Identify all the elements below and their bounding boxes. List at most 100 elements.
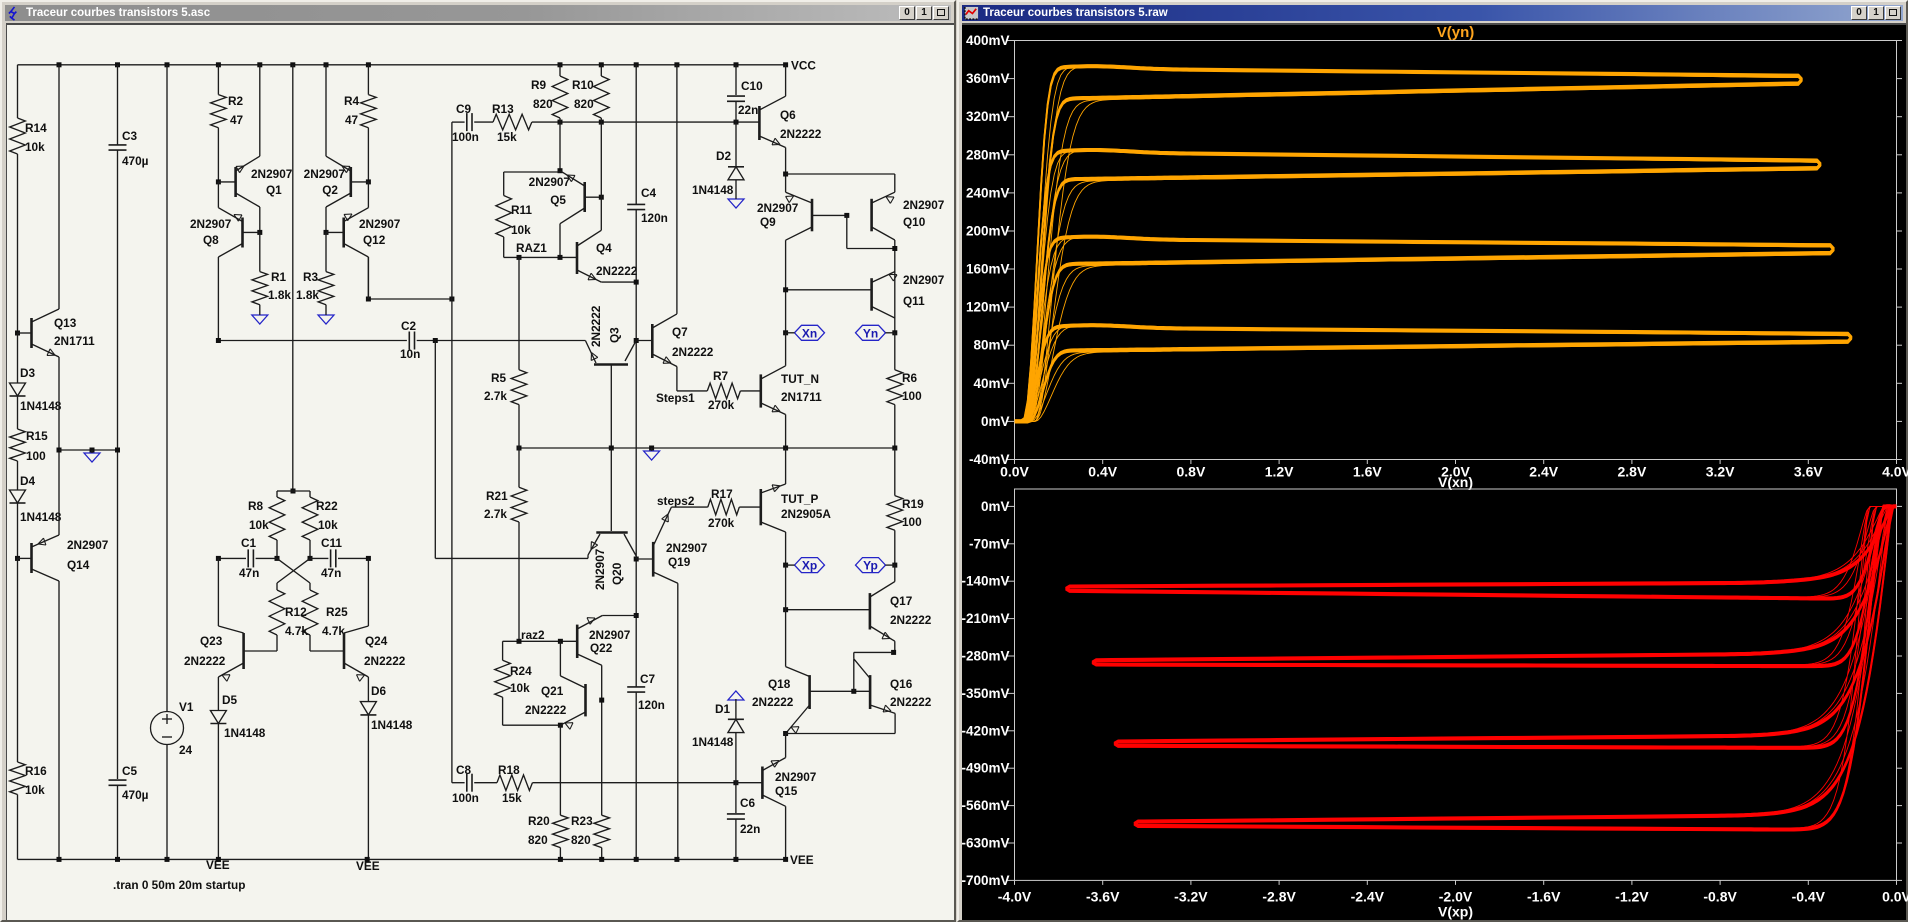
svg-text:2N2907: 2N2907: [190, 217, 232, 231]
svg-text:200mV: 200mV: [966, 223, 1010, 238]
svg-text:360mV: 360mV: [966, 71, 1010, 86]
svg-text:2.4V: 2.4V: [1529, 464, 1558, 480]
svg-text:-70mV: -70mV: [969, 536, 1010, 551]
svg-text:C1: C1: [241, 536, 257, 550]
svg-text:10k: 10k: [25, 140, 45, 154]
svg-text:Q15: Q15: [775, 784, 798, 798]
svg-text:C11: C11: [321, 536, 342, 550]
svg-text:2N2907: 2N2907: [359, 217, 401, 231]
svg-text:Q18: Q18: [768, 677, 791, 691]
svg-text:R2: R2: [228, 94, 244, 108]
svg-text:1N4148: 1N4148: [20, 510, 62, 524]
svg-text:10k: 10k: [510, 681, 530, 695]
svg-text:C8: C8: [456, 763, 472, 777]
svg-text:-1.2V: -1.2V: [1615, 888, 1649, 904]
svg-text:-2.8V: -2.8V: [1262, 888, 1296, 904]
svg-text:D2: D2: [716, 149, 732, 163]
svg-text:470µ: 470µ: [122, 788, 149, 802]
svg-text:-280mV: -280mV: [961, 649, 1009, 664]
svg-text:2N2907: 2N2907: [251, 167, 293, 181]
svg-text:.tran 0 50m 20m startup: .tran 0 50m 20m startup: [113, 878, 245, 892]
svg-text:0.8V: 0.8V: [1176, 464, 1205, 480]
svg-text:2N2905A: 2N2905A: [781, 507, 831, 521]
svg-text:-0.4V: -0.4V: [1792, 888, 1826, 904]
svg-text:R18: R18: [498, 763, 520, 777]
svg-text:0.0V: 0.0V: [1000, 464, 1029, 480]
svg-text:VCC: VCC: [791, 59, 816, 73]
svg-text:2N2222: 2N2222: [364, 654, 406, 668]
svg-text:R23: R23: [571, 814, 593, 828]
svg-text:Q1: Q1: [266, 183, 282, 197]
svg-text:R21: R21: [486, 489, 508, 503]
svg-text:-1.6V: -1.6V: [1527, 888, 1561, 904]
svg-text:Steps1: Steps1: [656, 391, 695, 405]
svg-text:3.6V: 3.6V: [1794, 464, 1823, 480]
svg-text:24: 24: [179, 743, 193, 757]
svg-text:-560mV: -560mV: [961, 798, 1009, 813]
svg-text:-2.0V: -2.0V: [1439, 888, 1473, 904]
svg-text:1.8k: 1.8k: [268, 288, 291, 302]
svg-text:TUT_P: TUT_P: [781, 492, 818, 506]
svg-text:0mV: 0mV: [981, 499, 1010, 514]
svg-text:160mV: 160mV: [966, 262, 1010, 277]
svg-text:Q8: Q8: [203, 233, 219, 247]
svg-text:C4: C4: [641, 186, 657, 200]
svg-text:Xn: Xn: [802, 326, 817, 340]
svg-text:R15: R15: [26, 429, 48, 443]
svg-text:-4.0V: -4.0V: [998, 888, 1032, 904]
svg-text:2N2907: 2N2907: [589, 628, 631, 642]
svg-text:Yn: Yn: [863, 326, 878, 340]
svg-text:2N2907: 2N2907: [67, 538, 109, 552]
svg-text:R16: R16: [25, 764, 47, 778]
svg-text:D3: D3: [20, 366, 36, 380]
svg-text:1N4148: 1N4148: [692, 735, 734, 749]
svg-text:Q17: Q17: [890, 594, 913, 608]
svg-text:280mV: 280mV: [966, 147, 1010, 162]
svg-text:Q19: Q19: [668, 555, 691, 569]
svg-text:2N2222: 2N2222: [596, 264, 638, 278]
svg-text:47n: 47n: [321, 566, 341, 580]
svg-text:120n: 120n: [641, 211, 668, 225]
svg-text:R8: R8: [248, 499, 264, 513]
svg-text:V(xp): V(xp): [1438, 903, 1473, 919]
svg-text:V(yn): V(yn): [1437, 24, 1475, 41]
svg-text:2N2222: 2N2222: [525, 703, 567, 717]
svg-text:Xp: Xp: [802, 559, 817, 573]
svg-text:D5: D5: [222, 693, 238, 707]
svg-text:0mV: 0mV: [981, 414, 1010, 429]
svg-text:R6: R6: [902, 371, 918, 385]
svg-text:2N2222: 2N2222: [184, 654, 226, 668]
svg-text:2N2907: 2N2907: [666, 541, 708, 555]
svg-text:4.0V: 4.0V: [1882, 464, 1908, 480]
svg-text:-140mV: -140mV: [961, 574, 1009, 589]
svg-text:2N2222: 2N2222: [589, 305, 603, 347]
svg-text:-3.2V: -3.2V: [1174, 888, 1208, 904]
svg-text:Q22: Q22: [590, 641, 613, 655]
svg-text:Q9: Q9: [760, 215, 776, 229]
svg-text:Q13: Q13: [54, 316, 77, 330]
svg-text:0.4V: 0.4V: [1088, 464, 1117, 480]
svg-text:1N4148: 1N4148: [20, 399, 62, 413]
svg-text:Q24: Q24: [365, 634, 388, 648]
svg-text:R19: R19: [902, 497, 924, 511]
svg-text:2N2907: 2N2907: [593, 548, 607, 590]
svg-text:820: 820: [528, 833, 548, 847]
svg-text:-350mV: -350mV: [961, 686, 1009, 701]
svg-text:VEE: VEE: [206, 858, 230, 872]
svg-text:R22: R22: [316, 499, 338, 513]
svg-text:2.7k: 2.7k: [484, 507, 507, 521]
svg-text:2N2222: 2N2222: [752, 695, 794, 709]
svg-text:R4: R4: [344, 94, 360, 108]
svg-text:Yp: Yp: [863, 559, 878, 573]
svg-text:100n: 100n: [452, 791, 479, 805]
svg-text:VEE: VEE: [790, 853, 814, 867]
svg-text:22n: 22n: [740, 822, 760, 836]
svg-text:D6: D6: [371, 684, 387, 698]
svg-text:1N4148: 1N4148: [224, 726, 266, 740]
svg-text:R20: R20: [528, 814, 550, 828]
svg-text:Q14: Q14: [67, 558, 90, 572]
svg-text:R3: R3: [303, 270, 319, 284]
svg-text:100: 100: [26, 449, 46, 463]
svg-text:2N2907: 2N2907: [529, 175, 571, 189]
svg-text:2N2907: 2N2907: [757, 201, 799, 215]
